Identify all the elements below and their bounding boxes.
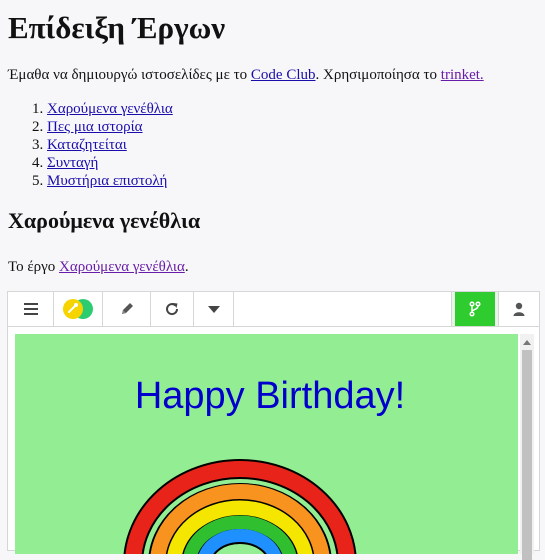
- menu-button[interactable]: [8, 292, 54, 326]
- pencil-icon: [121, 303, 133, 314]
- hamburger-menu-icon: [23, 303, 38, 315]
- project-link-recipe[interactable]: Συνταγή: [47, 155, 98, 171]
- reload-button[interactable]: [151, 292, 194, 326]
- intro-prefix: Έμαθα να δημιουργώ ιστοσελίδες με το: [8, 67, 251, 83]
- project-link-wanted[interactable]: Καταζητείται: [47, 137, 127, 153]
- section-heading: Χαρούμενα γενέθλια: [8, 208, 201, 233]
- edit-button[interactable]: [103, 292, 151, 326]
- intro-middle: . Χρησιμοποίησα το: [315, 67, 441, 83]
- code-club-link[interactable]: Code Club: [251, 67, 316, 83]
- rainbow-drawing: [123, 459, 357, 554]
- page: Επίδειξη Έργων Έμαθα να δημιουργώ ιστοσε…: [0, 0, 545, 560]
- desc-suffix: .: [184, 259, 189, 275]
- list-item: Μυστήρια επιστολή: [47, 172, 173, 190]
- remix-button-bg: [455, 292, 495, 326]
- desc-prefix: Το έργο: [8, 259, 60, 275]
- project-link-story[interactable]: Πες μια ιστορία: [47, 119, 143, 135]
- list-item: Πες μια ιστορία: [47, 118, 173, 136]
- caret-down-icon: [207, 306, 220, 313]
- scroll-up-arrow-icon[interactable]: [523, 340, 531, 345]
- project-list: Χαρούμενα γενέθλια Πες μια ιστορία Καταζ…: [8, 100, 173, 190]
- fork-icon: [469, 301, 481, 317]
- user-button[interactable]: [498, 292, 539, 326]
- more-options-button[interactable]: [194, 292, 234, 326]
- birthday-project-link[interactable]: Χαρούμενα γενέθλια: [59, 259, 185, 275]
- project-link-mystery-letter[interactable]: Μυστήρια επιστολή: [47, 173, 167, 189]
- trinket-toolbar: [8, 292, 539, 327]
- list-item: Χαρούμενα γενέθλια: [47, 100, 173, 118]
- reload-icon: [166, 303, 179, 316]
- output-scrollbar[interactable]: [520, 334, 534, 560]
- remix-button[interactable]: [451, 292, 498, 326]
- page-title: Επίδειξη Έργων: [8, 10, 226, 45]
- result-output: Happy Birthday!: [15, 334, 518, 554]
- project-link-birthday[interactable]: Χαρούμενα γενέθλια: [47, 101, 173, 117]
- user-icon: [513, 302, 525, 316]
- trinket-embed: Happy Birthday!: [7, 291, 540, 560]
- list-item: Καταζητείται: [47, 136, 173, 154]
- intro-text: Έμαθα να δημιουργώ ιστοσελίδες με το Cod…: [8, 65, 484, 85]
- scrollbar-thumb[interactable]: [522, 350, 532, 560]
- trinket-link[interactable]: trinket.: [441, 67, 484, 83]
- section-description: Το έργο Χαρούμενα γενέθλια.: [8, 257, 189, 277]
- code-result-toggle-icon: [63, 299, 93, 319]
- happy-birthday-text: Happy Birthday!: [134, 375, 406, 417]
- code-result-toggle[interactable]: [54, 292, 103, 326]
- list-item: Συνταγή: [47, 154, 173, 172]
